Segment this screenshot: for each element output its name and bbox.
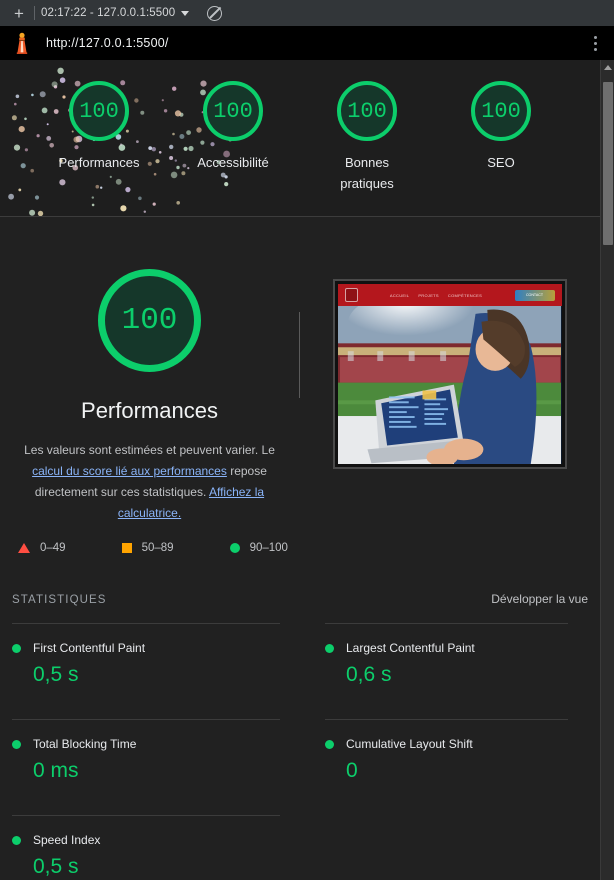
gauge-bonnes-pratiques-label: Bonnes pratiques <box>340 155 394 191</box>
final-screenshot-panel: ACCUEIL PROJETS COMPÉTENCES CONTACT <box>299 269 600 524</box>
metric-label: Largest Contentful Paint <box>346 641 475 655</box>
gauge-bonnes-pratiques[interactable]: 100 Bonnes pratiques <box>317 81 417 194</box>
metric-label: First Contentful Paint <box>33 641 146 655</box>
gauge-performances-label: Performances <box>58 155 140 170</box>
metric-cumulative-layout-shift[interactable]: Cumulative Layout Shift 0 <box>300 702 588 798</box>
metrics-grid: First Contentful Paint 0,5 s Largest Con… <box>0 606 600 880</box>
screenshot-cta-button: CONTACT <box>514 289 555 301</box>
kebab-menu-icon[interactable] <box>586 35 604 51</box>
legend-item-average: 50–89 <box>121 542 174 554</box>
screenshot-hero-photo <box>337 306 562 464</box>
triangle-icon <box>18 543 30 553</box>
circle-icon <box>229 543 240 553</box>
scrollbar-thumb[interactable] <box>603 82 613 245</box>
performance-section: 100 Performances Les valeurs sont estimé… <box>0 217 600 524</box>
page-title: Performances <box>81 398 218 423</box>
gauge-accessibilite-label: Accessibilité <box>197 155 269 170</box>
metric-value: 0,5 s <box>33 855 79 878</box>
gauge-seo[interactable]: 100 SEO <box>451 81 551 194</box>
expand-view-button[interactable]: Développer la vue <box>491 592 588 606</box>
screenshot-logo-icon <box>344 288 358 302</box>
screenshot-nav-links: ACCUEIL PROJETS COMPÉTENCES <box>358 293 515 298</box>
metric-value: 0 ms <box>33 759 79 782</box>
final-screenshot: ACCUEIL PROJETS COMPÉTENCES CONTACT <box>337 284 562 464</box>
metric-label: Total Blocking Time <box>33 737 137 751</box>
url-bar: http://127.0.0.1:5500/ <box>0 26 614 60</box>
status-dot-icon <box>12 835 21 845</box>
performance-score: 100 <box>98 269 201 372</box>
new-tab-button[interactable]: + <box>6 2 32 24</box>
metric-label: Cumulative Layout Shift <box>346 737 473 751</box>
legend-label-fail: 0–49 <box>40 542 66 554</box>
metric-value: 0 <box>346 759 358 782</box>
performance-description: Les valeurs sont estimées et peuvent var… <box>14 440 285 524</box>
legend-item-fail: 0–49 <box>18 542 66 554</box>
legend-label-pass: 90–100 <box>249 542 288 554</box>
metric-value: 0,6 s <box>346 663 392 686</box>
gauge-seo-score: 100 <box>471 81 531 141</box>
gauge-performances-score: 100 <box>69 81 129 141</box>
score-summary: 100 Performances 100 Accessibilité 100 B… <box>0 60 600 217</box>
lighthouse-icon <box>16 32 28 54</box>
gauge-performances[interactable]: 100 Performances <box>49 81 149 194</box>
lighthouse-report: 100 Performances 100 Accessibilité 100 B… <box>0 60 600 880</box>
chevron-down-icon[interactable] <box>181 10 190 16</box>
metric-total-blocking-time[interactable]: Total Blocking Time 0 ms <box>12 702 300 798</box>
status-dot-icon <box>12 739 21 749</box>
metric-speed-index[interactable]: Speed Index 0,5 s <box>12 798 300 880</box>
no-entry-icon[interactable] <box>207 5 223 21</box>
legend-label-average: 50–89 <box>141 542 174 554</box>
desc-text-1: Les valeurs sont estimées et peuvent var… <box>24 443 275 457</box>
screenshot-nav-link-0: ACCUEIL <box>389 292 410 298</box>
tabstrip-divider <box>34 6 35 20</box>
screenshot-nav-link-1: PROJETS <box>418 292 439 298</box>
metric-first-contentful-paint[interactable]: First Contentful Paint 0,5 s <box>12 606 300 702</box>
score-calculation-link[interactable]: calcul du score lié aux performances <box>32 464 227 478</box>
square-icon <box>121 543 132 553</box>
section-divider <box>299 312 300 398</box>
gauge-seo-label: SEO <box>487 155 515 170</box>
url-text[interactable]: http://127.0.0.1:5500/ <box>46 36 586 50</box>
gauge-bonnes-pratiques-score: 100 <box>337 81 397 141</box>
screenshot-navbar: ACCUEIL PROJETS COMPÉTENCES CONTACT <box>337 284 562 306</box>
status-dot-icon <box>12 643 21 653</box>
final-screenshot-frame: ACCUEIL PROJETS COMPÉTENCES CONTACT <box>332 279 567 469</box>
status-dot-icon <box>325 643 334 653</box>
status-dot-icon <box>325 739 334 749</box>
metric-largest-contentful-paint[interactable]: Largest Contentful Paint 0,6 s <box>300 606 588 702</box>
metric-label: Speed Index <box>33 833 101 847</box>
screenshot-nav-link-2: COMPÉTENCES <box>447 292 483 298</box>
browser-tabstrip: + 02:17:22 - 127.0.0.1:5500 <box>0 0 614 26</box>
metric-value: 0,5 s <box>33 663 79 686</box>
active-tab-label: 02:17:22 - 127.0.0.1:5500 <box>41 7 176 19</box>
statistics-header: STATISTIQUES Développer la vue <box>0 554 600 606</box>
scroll-up-arrow-icon[interactable] <box>601 60 614 74</box>
legend-item-pass: 90–100 <box>229 542 288 554</box>
performance-summary: 100 Performances Les valeurs sont estimé… <box>0 269 299 524</box>
vertical-scrollbar[interactable] <box>600 60 614 880</box>
statistics-title: STATISTIQUES <box>12 594 107 606</box>
active-tab[interactable]: 02:17:22 - 127.0.0.1:5500 <box>41 7 190 19</box>
performance-gauge: 100 <box>0 269 299 372</box>
gauge-row: 100 Performances 100 Accessibilité 100 B… <box>0 60 600 194</box>
gauge-accessibilite[interactable]: 100 Accessibilité <box>183 81 283 194</box>
gauge-accessibilite-score: 100 <box>203 81 263 141</box>
score-legend: 0–49 50–89 90–100 <box>0 524 600 554</box>
